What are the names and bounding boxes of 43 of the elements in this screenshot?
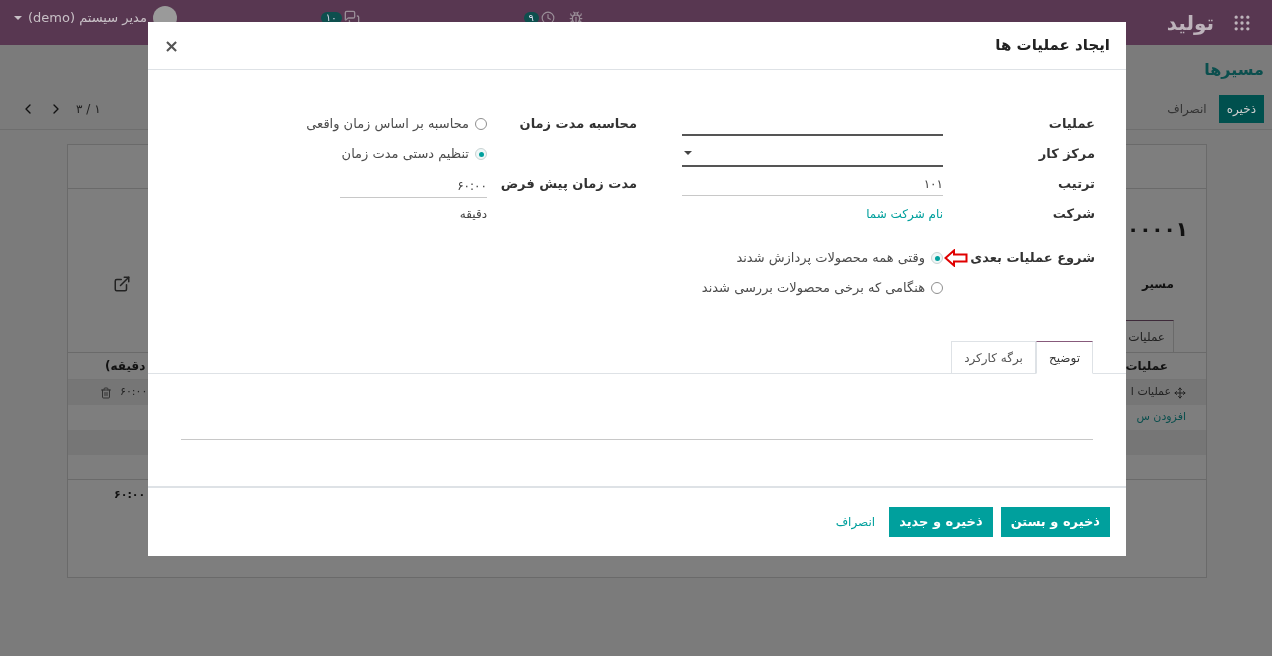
- bug-icon[interactable]: [569, 11, 583, 25]
- cancel-link[interactable]: انصراف: [829, 507, 882, 537]
- field-label: شروع عملیات بعدی: [969, 249, 1095, 268]
- radio-label: تنظیم دستی مدت زمان: [341, 145, 469, 164]
- trash-icon[interactable]: [100, 386, 112, 399]
- tab[interactable]: برگه کارکرد: [951, 341, 1036, 374]
- duration-input[interactable]: ۶۰:۰۰: [340, 174, 487, 198]
- radio-button[interactable]: [931, 282, 943, 294]
- unit-label: دقیقه: [458, 206, 487, 223]
- field-label: مسیر: [1142, 276, 1174, 293]
- company-link[interactable]: نام شرکت شما: [866, 205, 943, 223]
- radio-button[interactable]: [931, 252, 943, 264]
- table-cell: عملیات ا: [1130, 384, 1171, 401]
- dialog-button[interactable]: ذخیره و جدید: [889, 507, 993, 537]
- arrow-annotation-icon: [944, 249, 968, 267]
- field-label: مرکز کار: [1037, 145, 1095, 164]
- save-button[interactable]: ذخیره: [1218, 95, 1264, 123]
- app-name[interactable]: تولید: [1166, 7, 1214, 38]
- tab[interactable]: توضیح: [1035, 341, 1093, 374]
- field-label: محاسبه مدت زمان: [518, 115, 637, 134]
- column-header: عملیات: [1125, 358, 1168, 375]
- field-label: عملیات: [1047, 115, 1095, 134]
- dialog-title: ایجاد عملیات ها: [995, 35, 1110, 57]
- drag-handle-icon[interactable]: [1174, 386, 1186, 399]
- discard-button[interactable]: انصراف: [1167, 100, 1207, 118]
- dialog-button[interactable]: ذخیره و بستن: [1000, 507, 1110, 537]
- record-title: ۰۰۰۰۱: [1126, 216, 1188, 243]
- total-cell-text: ۶۰:۰۰: [114, 486, 146, 503]
- radio-label: هنگامی که برخی محصولات بررسی شدند: [701, 279, 925, 298]
- radio-label: وقتی همه محصولات پردازش شدند: [736, 249, 925, 268]
- external-link-icon[interactable]: [113, 275, 131, 293]
- table-cell: ۶۰:۰۰: [120, 384, 148, 401]
- radio-label: محاسبه بر اساس زمان واقعی: [306, 115, 469, 134]
- field-label: ترتیب: [1057, 175, 1095, 194]
- input-field[interactable]: ۱۰۱: [682, 172, 943, 196]
- column-header: دقیقه): [105, 358, 146, 375]
- field-label: مدت زمان پیش فرض: [499, 175, 637, 194]
- close-button[interactable]: ×: [164, 36, 180, 55]
- radio-button[interactable]: [475, 118, 487, 130]
- radio-button[interactable]: [475, 148, 487, 160]
- pager: ۱ / ۳: [76, 101, 101, 118]
- field-label: شرکت: [1051, 205, 1095, 224]
- caret-icon: [684, 151, 692, 155]
